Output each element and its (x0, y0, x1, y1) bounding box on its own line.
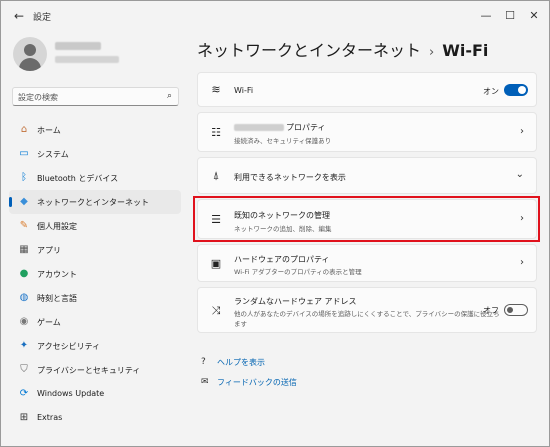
breadcrumb-current: Wi-Fi (442, 41, 489, 60)
sidebar-item-label: アプリ (37, 246, 61, 255)
sidebar-item[interactable]: ◆ ネットワークとインターネット (9, 190, 181, 214)
sidebar-item[interactable]: ◉ ゲーム (9, 310, 181, 334)
sidebar-item-label: Bluetooth とデバイス (37, 174, 119, 183)
chevron-down-icon: ⌄ (515, 169, 524, 180)
wifi-icon: ≋ (211, 83, 221, 96)
search-box[interactable]: ⌕ (12, 87, 179, 106)
network-icon: ◆ (20, 196, 28, 207)
random-address-card: ⤨ ランダムなハードウェア アドレス 他の人があなたのデバイスの場所を追跡しにく… (197, 287, 537, 333)
sidebar-item-label: 個人用設定 (37, 222, 77, 231)
sidebar-nav: ⌂ ホーム ▭ システム ᛒ Bluetooth とデバイス ◆ ネットワークとインターネット… (9, 118, 181, 430)
wifi-toggle-card: ≋ Wi-Fi オン (197, 72, 537, 107)
wifi-toggle[interactable] (504, 84, 528, 96)
properties-card[interactable]: ☷ プロパティ 接続済み、セキュリティ保護あり › (197, 112, 537, 152)
properties-subtitle: 接続済み、セキュリティ保護あり (234, 137, 332, 145)
sidebar-item-label: ゲーム (37, 318, 61, 327)
random-address-title: ランダムなハードウェア アドレス (234, 297, 357, 306)
random-toggle-label: オフ (483, 306, 499, 315)
sidebar-item-label: プライバシーとセキュリティ (37, 366, 141, 375)
available-networks-card[interactable]: ⍋ 利用できるネットワークを表示 ⌄ (197, 157, 537, 194)
sidebar-item-label: ネットワークとインターネット (37, 198, 149, 207)
sidebar-item-label: Windows Update (37, 389, 105, 398)
windows-update-icon: ⟳ (19, 388, 29, 399)
minimize-icon[interactable]: — (477, 7, 495, 25)
sidebar-item[interactable]: ⟳ Windows Update (9, 382, 181, 406)
sidebar-item-label: Extras (37, 413, 63, 422)
extras-icon: ⊞ (19, 412, 29, 423)
paintbrush-icon: ✎ (19, 220, 29, 231)
maximize-icon[interactable]: ☐ (501, 7, 519, 25)
page-title: ネットワークとインターネット › Wi-Fi (197, 37, 488, 61)
breadcrumb-separator: › (429, 45, 435, 60)
sidebar-item[interactable]: ⌂ ホーム (9, 118, 181, 142)
chevron-right-icon: › (520, 213, 524, 224)
sidebar-item[interactable]: ▭ システム (9, 142, 181, 166)
help-link-text[interactable]: ヘルプを表示 (217, 357, 265, 368)
sidebar-item[interactable]: ● アカウント (9, 262, 181, 286)
known-networks-title: 既知のネットワークの管理 (234, 211, 330, 220)
random-address-subtitle-line1: 他の人があなたのデバイスの場所を追跡しにくくすることで、プライバシーの保護に役立… (234, 310, 500, 318)
toggle-knob (518, 86, 526, 94)
feedback-link-text[interactable]: フィードバックの送信 (217, 377, 297, 388)
known-networks-subtitle: ネットワークの追加、削除、編集 (234, 225, 332, 233)
network-properties-icon: ☷ (211, 126, 221, 139)
wifi-title: Wi-Fi (234, 86, 254, 95)
accessibility-icon: ✦ (19, 340, 29, 351)
antenna-icon: ⍋ (212, 169, 220, 182)
back-arrow-icon[interactable]: ← (11, 8, 27, 24)
avatar-head (24, 44, 36, 56)
sidebar-item[interactable]: ✦ アクセシビリティ (9, 334, 181, 358)
wifi-toggle-label: オン (483, 87, 499, 96)
sidebar-item-label: アクセシビリティ (37, 342, 101, 351)
search-icon[interactable]: ⌕ (167, 91, 172, 101)
chevron-right-icon: › (520, 126, 524, 137)
bluetooth-icon: ᛒ (21, 172, 27, 183)
toggle-knob (507, 307, 513, 313)
sidebar-item[interactable]: ⊞ Extras (9, 406, 181, 430)
shuffle-icon: ⤨ (211, 304, 221, 317)
sidebar-item[interactable]: ✎ 個人用設定 (9, 214, 181, 238)
user-email-redacted (55, 56, 119, 63)
game-icon: ◉ (19, 316, 29, 327)
properties-title: プロパティ (286, 123, 326, 132)
hardware-properties-title: ハードウェアのプロパティ (234, 255, 330, 264)
user-name-redacted (55, 42, 101, 50)
known-networks-card[interactable]: ☰ 既知のネットワークの管理 ネットワークの追加、削除、編集 › (197, 199, 537, 239)
window-title: 設定 (33, 13, 52, 23)
sidebar-item-label: 時刻と言語 (37, 294, 77, 303)
sidebar-item-label: アカウント (37, 270, 77, 279)
system-icon: ▭ (19, 148, 29, 159)
avatar[interactable] (13, 37, 47, 71)
available-networks-title: 利用できるネットワークを表示 (234, 173, 346, 182)
avatar-body (19, 58, 41, 71)
sidebar-item[interactable]: ▦ アプリ (9, 238, 181, 262)
sidebar-item[interactable]: ᛒ Bluetooth とデバイス (9, 166, 181, 190)
settings-window: ← 設定 — ☐ ✕ ⌕ ⌂ ホーム ▭ システム ᛒ Bluetooth とデバイス ◆ ネ… (0, 0, 550, 447)
sidebar-item[interactable]: ◍ 時刻と言語 (9, 286, 181, 310)
list-icon: ☰ (211, 213, 221, 226)
hardware-properties-card[interactable]: ▣ ハードウェアのプロパティ Wi-Fi アダプターのプロパティの表示と管理 › (197, 244, 537, 282)
shield-icon: ⛉ (20, 364, 28, 375)
feedback-icon: ✉ (201, 377, 209, 387)
hardware-properties-subtitle: Wi-Fi アダプターのプロパティの表示と管理 (234, 268, 362, 276)
apps-icon: ▦ (19, 244, 29, 255)
clock-globe-icon: ◍ (19, 292, 29, 303)
sidebar-item[interactable]: ⛉ プライバシーとセキュリティ (9, 358, 181, 382)
network-name-redacted (234, 124, 284, 131)
sidebar-item-label: システム (37, 150, 69, 159)
account-icon: ● (19, 268, 29, 279)
help-icon: ? (201, 357, 206, 367)
search-input[interactable] (18, 91, 158, 103)
chevron-right-icon: › (520, 257, 524, 268)
chip-icon: ▣ (210, 257, 222, 270)
home-icon: ⌂ (20, 124, 28, 135)
breadcrumb-parent[interactable]: ネットワークとインターネット (197, 41, 421, 60)
title-bar: ← 設定 — ☐ ✕ (1, 1, 549, 31)
random-address-subtitle-line2: ます (234, 320, 247, 328)
close-icon[interactable]: ✕ (525, 7, 543, 25)
properties-title-row: プロパティ (234, 122, 326, 133)
random-address-toggle[interactable] (504, 304, 528, 316)
sidebar-item-label: ホーム (37, 126, 61, 135)
